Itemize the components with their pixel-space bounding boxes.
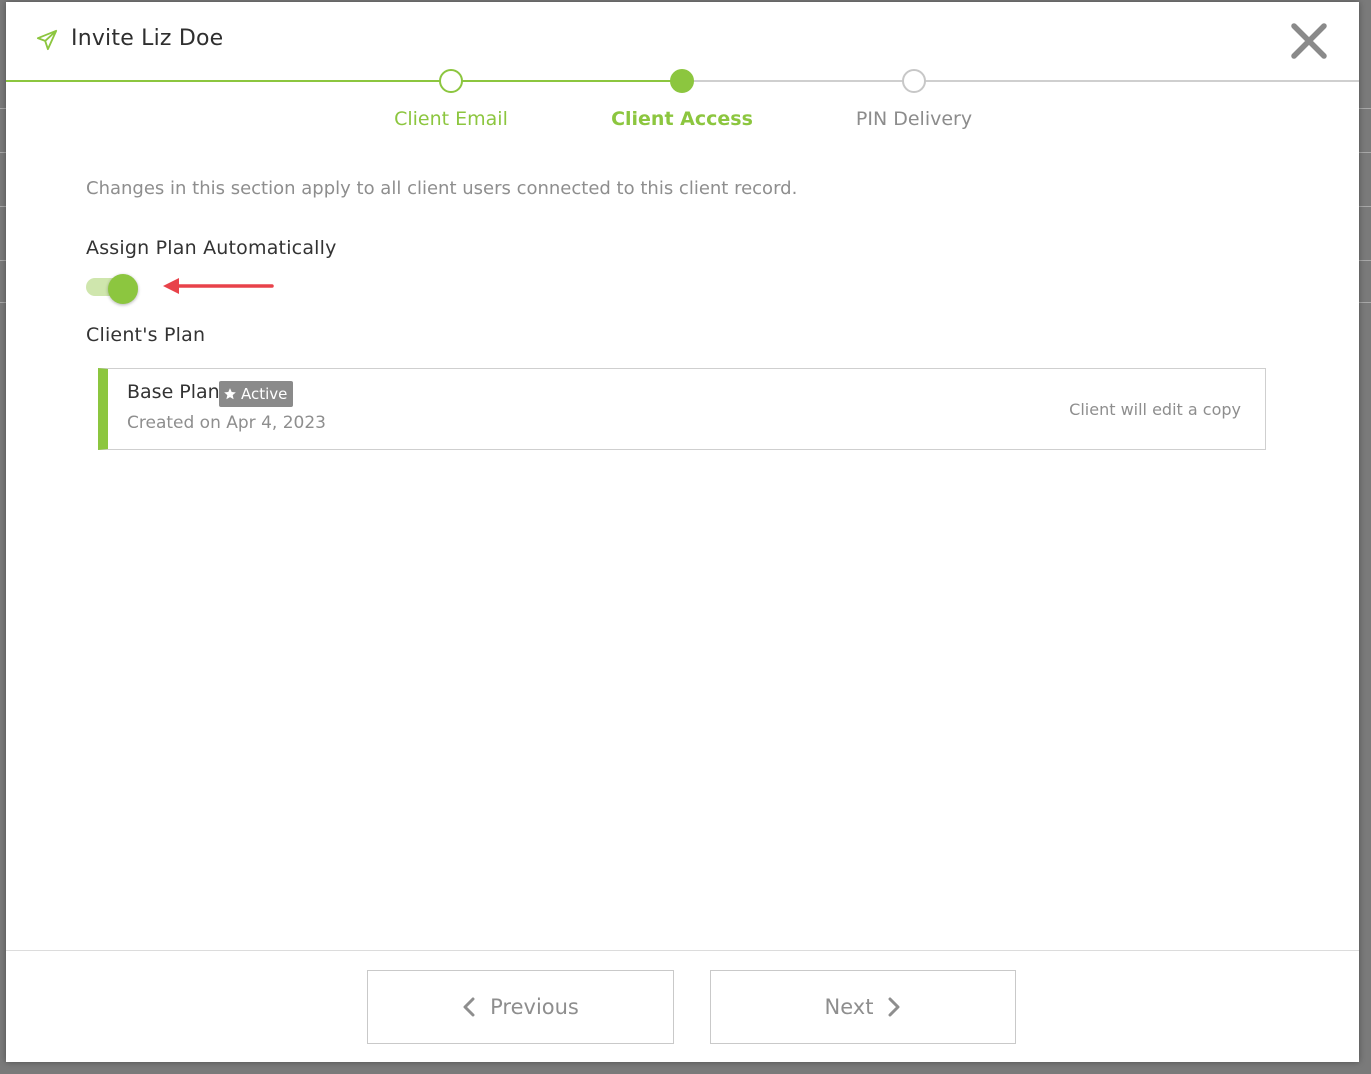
plan-created-date: Created on Apr 4, 2023 [127,413,326,433]
clients-plan-label: Client's Plan [86,324,206,346]
next-button[interactable]: Next [710,970,1016,1044]
dialog-footer: Previous Next [6,950,1359,1062]
close-button[interactable] [1288,20,1330,62]
backdrop-line [1359,260,1371,261]
dialog-title: Invite Liz Doe [71,26,224,51]
previous-button[interactable]: Previous [367,970,674,1044]
step-indicator-client-email[interactable] [439,69,463,93]
status-badge-label: Active [241,385,288,403]
backdrop-line [1359,302,1371,303]
assign-plan-label: Assign Plan Automatically [86,237,337,259]
section-description: Changes in this section apply to all cli… [86,178,798,199]
backdrop-line [1359,152,1371,153]
backdrop-line [1359,108,1371,109]
plan-edit-note: Client will edit a copy [1069,400,1241,419]
plan-card[interactable]: Base Plan Active Created on Apr 4, 2023 … [98,368,1266,450]
progress-stepper: Client Email Client Access PIN Delivery [6,66,1359,146]
annotation-arrow-icon [163,278,274,294]
plan-name: Base Plan [127,381,220,403]
status-badge: Active [219,381,294,407]
star-icon [224,388,236,400]
stepper-track-complete [6,80,682,82]
chevron-right-icon [888,997,900,1017]
stepper-track-pending [682,80,1359,82]
step-label-pin-delivery[interactable]: PIN Delivery [814,108,1014,130]
step-label-client-email[interactable]: Client Email [351,108,551,130]
chevron-left-icon [463,997,475,1017]
send-icon [36,29,58,51]
invite-dialog: Invite Liz Doe Client Email Client Acces… [6,2,1359,1062]
previous-button-label: Previous [490,995,579,1019]
assign-plan-toggle[interactable] [86,274,142,304]
toggle-knob [108,274,138,304]
backdrop-line [1359,206,1371,207]
next-button-label: Next [824,995,874,1019]
step-indicator-pin-delivery[interactable] [902,69,926,93]
close-icon [1291,23,1327,59]
step-label-client-access[interactable]: Client Access [582,108,782,130]
step-indicator-client-access[interactable] [670,69,694,93]
